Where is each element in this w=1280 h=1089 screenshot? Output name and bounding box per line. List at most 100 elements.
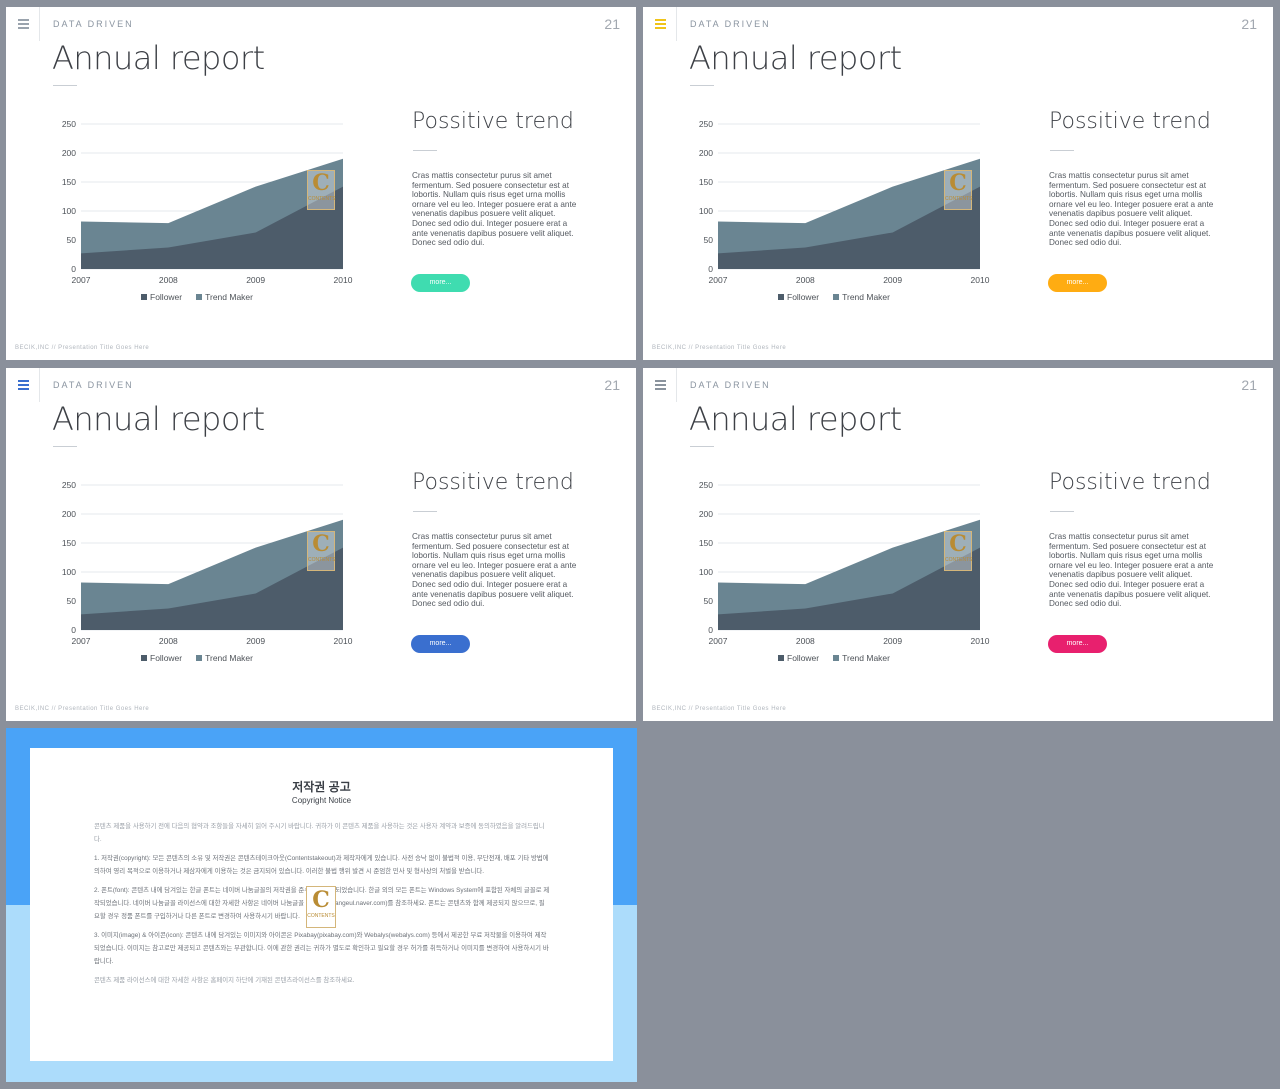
copyright-notice-slide: 저작권 공고 Copyright Notice 콘텐츠 제품을 사용하기 전에 … bbox=[6, 728, 637, 1082]
y-tick-label: 150 bbox=[62, 538, 76, 548]
section-label: DATA DRIVEN bbox=[53, 380, 134, 390]
title-underline bbox=[690, 85, 714, 86]
y-tick-label: 250 bbox=[62, 480, 76, 490]
slide-4: DATA DRIVEN 21 Annual report 0 50 100 150 20… bbox=[643, 368, 1273, 721]
x-tick-label: 2007 bbox=[709, 636, 728, 646]
legend-label: Trend Maker bbox=[205, 292, 253, 302]
y-tick-label: 0 bbox=[708, 264, 713, 274]
x-tick-label: 2009 bbox=[246, 636, 265, 646]
legend-swatch bbox=[196, 655, 203, 661]
y-tick-label: 0 bbox=[708, 625, 713, 635]
trend-description: Cras mattis consectetur purus sit amet f… bbox=[1049, 532, 1214, 609]
slide-title: Annual report bbox=[52, 400, 265, 438]
brand-logo-text: CONTENTS bbox=[308, 557, 336, 563]
more-button[interactable]: more... bbox=[411, 274, 470, 292]
trend-title: Possitive trend bbox=[1049, 470, 1211, 495]
legend-swatch bbox=[196, 294, 203, 300]
trend-underline bbox=[413, 511, 437, 512]
menu-icon[interactable] bbox=[18, 19, 29, 29]
brand-logo: C CONTENTS bbox=[307, 170, 336, 210]
section-label: DATA DRIVEN bbox=[53, 19, 134, 29]
slide-title: Annual report bbox=[689, 400, 902, 438]
y-tick-label: 200 bbox=[62, 509, 76, 519]
legend-swatch bbox=[141, 294, 147, 300]
menu-icon[interactable] bbox=[655, 380, 666, 390]
brand-logo: C CONTENTS bbox=[944, 531, 973, 571]
x-tick-label: 2008 bbox=[796, 636, 815, 646]
legend-label: Trend Maker bbox=[205, 653, 253, 663]
y-tick-label: 250 bbox=[62, 119, 76, 129]
y-tick-label: 200 bbox=[62, 148, 76, 158]
y-tick-label: 250 bbox=[699, 119, 713, 129]
legend-label: Follower bbox=[787, 653, 820, 663]
notice-paragraph: 1. 저작권(copyright): 모든 콘텐츠의 소유 및 저작권은 콘텐츠… bbox=[94, 855, 549, 875]
trend-description: Cras mattis consectetur purus sit amet f… bbox=[1049, 171, 1214, 248]
page-number: 21 bbox=[604, 16, 620, 32]
section-label: DATA DRIVEN bbox=[690, 380, 771, 390]
chart-legend: Follower Trend Maker bbox=[141, 653, 267, 663]
header-divider bbox=[676, 7, 677, 41]
title-underline bbox=[690, 446, 714, 447]
notice-title: 저작권 공고 bbox=[292, 780, 351, 794]
legend-item: Trend Maker bbox=[833, 292, 890, 302]
notice-subtitle: Copyright Notice bbox=[291, 796, 352, 805]
legend-item: Trend Maker bbox=[833, 653, 890, 663]
y-tick-label: 200 bbox=[699, 509, 713, 519]
legend-swatch bbox=[778, 294, 784, 300]
y-tick-label: 0 bbox=[71, 264, 76, 274]
slide-footer: BECIK,INC // Presentation Title Goes Her… bbox=[15, 706, 150, 712]
page-number: 21 bbox=[1241, 377, 1257, 393]
legend-label: Follower bbox=[150, 292, 183, 302]
y-tick-label: 250 bbox=[699, 480, 713, 490]
title-underline bbox=[53, 85, 77, 86]
chart-legend: Follower Trend Maker bbox=[778, 292, 904, 302]
legend-item: Follower bbox=[778, 292, 819, 302]
menu-icon[interactable] bbox=[18, 380, 29, 390]
legend-item: Trend Maker bbox=[196, 653, 253, 663]
slide-3: DATA DRIVEN 21 Annual report 0 50 100 150 20… bbox=[6, 368, 636, 721]
copyright-notice-card: 저작권 공고 Copyright Notice 콘텐츠 제품을 사용하기 전에 … bbox=[30, 748, 613, 1061]
page-number: 21 bbox=[1241, 16, 1257, 32]
trend-description: Cras mattis consectetur purus sit amet f… bbox=[412, 171, 577, 248]
y-tick-label: 100 bbox=[699, 567, 713, 577]
legend-swatch bbox=[833, 294, 840, 300]
slide-2: DATA DRIVEN 21 Annual report 0 50 100 150 20… bbox=[643, 7, 1273, 360]
brand-logo: C CONTENTS bbox=[307, 531, 336, 571]
more-button[interactable]: more... bbox=[411, 635, 470, 653]
x-tick-label: 2007 bbox=[72, 275, 91, 285]
notice-paragraph: 콘텐츠 제품 라이선스에 대한 자세한 사항은 홈페이지 하단에 기재된 콘텐츠… bbox=[94, 977, 355, 984]
y-tick-label: 50 bbox=[704, 235, 714, 245]
x-tick-label: 2010 bbox=[334, 275, 353, 285]
x-tick-label: 2007 bbox=[709, 275, 728, 285]
more-button[interactable]: more... bbox=[1048, 274, 1107, 292]
section-label: DATA DRIVEN bbox=[690, 19, 771, 29]
chart-legend: Follower Trend Maker bbox=[141, 292, 267, 302]
y-tick-label: 100 bbox=[62, 206, 76, 216]
legend-label: Trend Maker bbox=[842, 292, 890, 302]
legend-swatch bbox=[833, 655, 840, 661]
legend-swatch bbox=[141, 655, 147, 661]
legend-item: Follower bbox=[141, 653, 182, 663]
brand-logo-letter: C bbox=[312, 887, 330, 913]
legend-label: Follower bbox=[150, 653, 183, 663]
y-tick-label: 50 bbox=[704, 596, 714, 606]
chart-legend: Follower Trend Maker bbox=[778, 653, 904, 663]
trend-description: Cras mattis consectetur purus sit amet f… bbox=[412, 532, 577, 609]
trend-title: Possitive trend bbox=[1049, 109, 1211, 134]
menu-icon[interactable] bbox=[655, 19, 666, 29]
more-button[interactable]: more... bbox=[1048, 635, 1107, 653]
y-tick-label: 100 bbox=[62, 567, 76, 577]
trend-title: Possitive trend bbox=[412, 109, 574, 134]
y-tick-label: 150 bbox=[699, 538, 713, 548]
y-tick-label: 50 bbox=[67, 596, 77, 606]
y-tick-label: 150 bbox=[62, 177, 76, 187]
header-divider bbox=[39, 368, 40, 402]
slide-footer: BECIK,INC // Presentation Title Goes Her… bbox=[652, 345, 787, 351]
brand-logo-text: CONTENTS bbox=[945, 557, 973, 563]
header-divider bbox=[676, 368, 677, 402]
y-tick-label: 0 bbox=[71, 625, 76, 635]
x-tick-label: 2010 bbox=[334, 636, 353, 646]
legend-swatch bbox=[778, 655, 784, 661]
brand-logo: C CONTENTS bbox=[944, 170, 973, 210]
legend-label: Follower bbox=[787, 292, 820, 302]
